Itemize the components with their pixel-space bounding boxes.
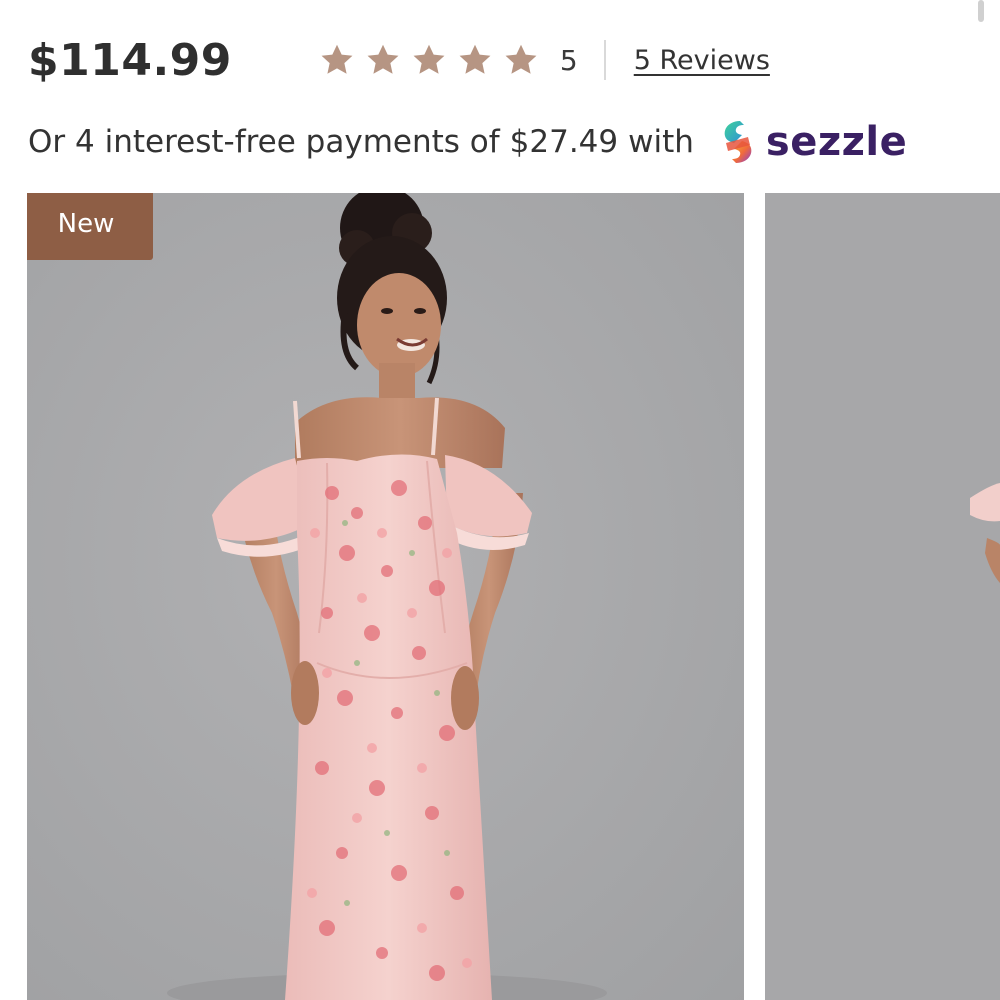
star-icon <box>410 42 448 78</box>
star-icon <box>364 42 402 78</box>
installment-prefix: Or 4 interest-free payments of <box>28 124 500 160</box>
star-icon <box>456 42 494 78</box>
sezzle-logo-icon <box>718 119 758 165</box>
product-image-main[interactable]: New <box>27 193 744 1000</box>
star-rating[interactable] <box>318 42 540 78</box>
installment-amount: $27.49 <box>509 124 619 160</box>
new-badge: New <box>27 193 153 260</box>
product-image-carousel[interactable]: New <box>0 193 1000 1000</box>
product-page: $114.99 5 5 Reviews Or 4 interest-free p… <box>0 0 1000 1000</box>
scrollbar[interactable] <box>978 0 984 22</box>
divider <box>603 40 606 80</box>
price-rating-row: $114.99 5 5 Reviews <box>28 32 980 88</box>
installment-payment-row: Or 4 interest-free payments of $27.49 wi… <box>28 116 980 168</box>
rating-value: 5 <box>559 43 578 77</box>
installment-suffix: with <box>628 124 694 160</box>
star-icon <box>502 42 540 78</box>
product-image-next[interactable] <box>765 193 1000 1000</box>
star-icon <box>318 42 356 78</box>
sezzle-wordmark: sezzle <box>765 119 908 165</box>
reviews-link[interactable]: 5 Reviews <box>634 45 770 76</box>
sezzle-button[interactable]: sezzle <box>718 119 907 165</box>
product-price: $114.99 <box>28 34 232 86</box>
